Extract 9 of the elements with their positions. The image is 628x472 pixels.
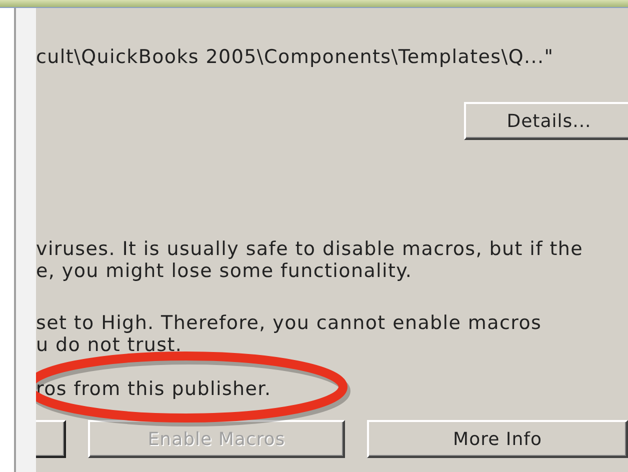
message-text: u do not trust. [36, 334, 184, 356]
message-text: ros from this publisher. [36, 378, 272, 400]
message-text: viruses. It is usually safe to disable macros, but if the [36, 238, 584, 260]
file-path-text: cult\QuickBooks 2005\Components\Templates\Q..." [36, 46, 555, 68]
details-button[interactable]: Details... [464, 102, 628, 140]
dialog-button[interactable] [36, 420, 66, 458]
dialog-button[interactable]: More Info [367, 420, 628, 458]
message-text: set to High. Therefore, you cannot enable macros [36, 312, 543, 334]
message-text: e, you might lose some functionality. [36, 260, 414, 282]
